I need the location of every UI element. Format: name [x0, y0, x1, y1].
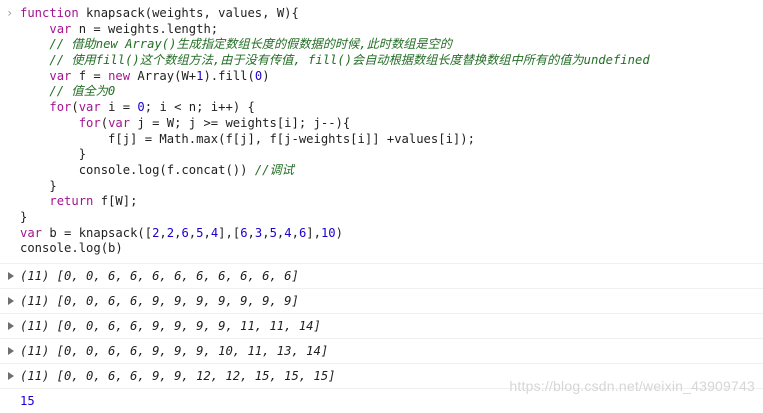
- code-line: }: [20, 178, 57, 193]
- code-line: console.log(f.concat()) //调试: [20, 162, 294, 177]
- triangle-right-icon[interactable]: [8, 372, 14, 380]
- triangle-right-icon[interactable]: [8, 347, 14, 355]
- console-output-list: (11) [0, 0, 6, 6, 6, 6, 6, 6, 6, 6, 6] (1…: [0, 264, 763, 389]
- triangle-right-icon[interactable]: [8, 297, 14, 305]
- array-preview: (11) [0, 0, 6, 6, 6, 6, 6, 6, 6, 6, 6]: [20, 269, 299, 283]
- code-line: var n = weights.length;: [49, 21, 219, 36]
- code-line: // 值全为0: [49, 84, 116, 99]
- code-line: for(var i = 0; i < n; i++) {: [49, 100, 255, 115]
- array-preview: (11) [0, 0, 6, 6, 9, 9, 9, 9, 11, 11, 14…: [20, 319, 321, 333]
- triangle-right-icon[interactable]: [8, 272, 14, 280]
- code-line: console.log(b): [20, 241, 123, 256]
- devtools-console: › function knapsack(weights, values, W){…: [0, 0, 763, 408]
- console-log-row[interactable]: (11) [0, 0, 6, 6, 9, 9, 9, 10, 11, 13, 1…: [0, 339, 763, 364]
- watermark: https://blog.csdn.net/weixin_43909743: [509, 378, 755, 394]
- array-preview: (11) [0, 0, 6, 6, 9, 9, 9, 10, 11, 13, 1…: [20, 344, 329, 358]
- code-line: f[j] = Math.max(f[j], f[j-weights[i]] +v…: [20, 131, 475, 146]
- code-line: var b = knapsack([2,2,6,5,4],[6,3,5,4,6]…: [20, 225, 343, 240]
- console-log-row[interactable]: (11) [0, 0, 6, 6, 6, 6, 6, 6, 6, 6, 6]: [0, 264, 763, 289]
- code-line: function knapsack(weights, values, W){: [20, 6, 299, 20]
- console-log-row[interactable]: (11) [0, 0, 6, 6, 9, 9, 9, 9, 9, 9, 9]: [0, 289, 763, 314]
- chevron-right-icon: ›: [6, 6, 14, 20]
- code-line: }: [20, 147, 87, 162]
- code-block: function knapsack(weights, values, W){ v…: [20, 6, 763, 257]
- code-line: // 借助new Array()生成指定数组长度的假数据的时候,此时数组是空的: [49, 37, 452, 52]
- array-preview: (11) [0, 0, 6, 6, 9, 9, 9, 9, 9, 9, 9]: [20, 294, 299, 308]
- code-line: return f[W];: [49, 194, 138, 209]
- code-line: var f = new Array(W+1).fill(0): [49, 68, 270, 83]
- code-line: for(var j = W; j >= weights[i]; j--){: [78, 115, 351, 130]
- console-log-row[interactable]: (11) [0, 0, 6, 6, 9, 9, 9, 9, 11, 11, 14…: [0, 314, 763, 339]
- console-input-block[interactable]: › function knapsack(weights, values, W){…: [0, 0, 763, 264]
- array-preview: (11) [0, 0, 6, 6, 9, 9, 12, 12, 15, 15, …: [20, 369, 336, 383]
- triangle-right-icon[interactable]: [8, 322, 14, 330]
- code-line: // 使用fill()这个数组方法,由于没有传值, fill()会自动根据数组长…: [49, 53, 650, 68]
- code-line: }: [20, 209, 28, 224]
